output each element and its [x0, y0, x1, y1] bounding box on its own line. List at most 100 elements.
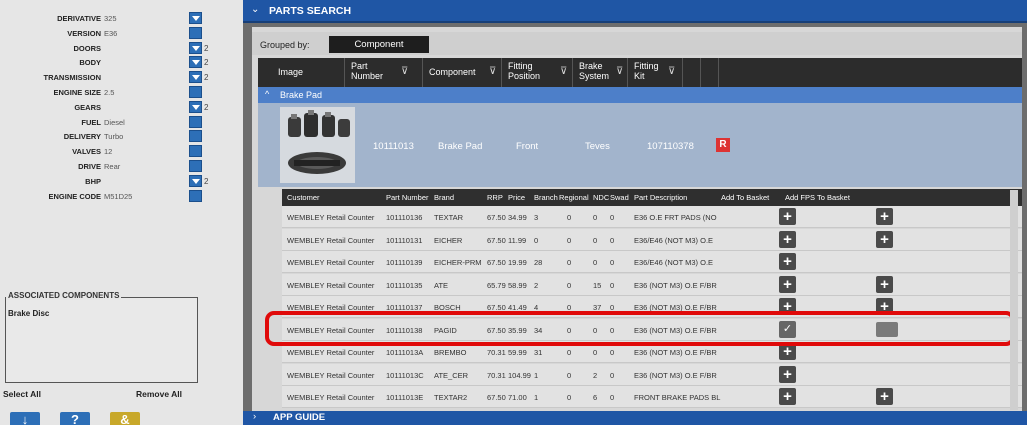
col-brake-system[interactable]: Brake System ⊽ [572, 58, 627, 87]
vehicle-attr-label: BODY [79, 58, 101, 68]
grouped-by-chip[interactable]: Component [329, 36, 429, 53]
col-part-number[interactable]: Part Number ⊽ [344, 58, 422, 87]
table-row[interactable]: WEMBLEY Retail Counter 101110136 TEXTAR 67.… [282, 206, 1022, 228]
cell-desc: E36 (NOT M3) O.E F/BR [634, 370, 717, 380]
dropdown-button[interactable] [189, 174, 202, 187]
add-to-basket-plus-icon[interactable]: + [779, 365, 796, 383]
selector-button[interactable] [189, 189, 202, 202]
vehicle-attr-row: DOORS 2 [0, 41, 215, 56]
product-summary-row[interactable]: 10111013 Brake Pad Front Teves 107110378… [258, 103, 1022, 187]
th-swad[interactable]: Swad [610, 193, 629, 202]
cell-swad: 0 [610, 348, 615, 357]
col-image[interactable]: Image [258, 58, 344, 87]
dropdown-button[interactable] [189, 41, 202, 54]
table-row[interactable]: WEMBLEY Retail Counter 10111013E TEXTAR2 67… [282, 386, 1022, 408]
add-to-basket-plus-icon[interactable]: + [779, 230, 796, 248]
vehicle-attr-row: ENGINE SIZE 2.5 [0, 85, 215, 100]
cell-customer: WEMBLEY Retail Counter [287, 370, 375, 380]
th-rrp[interactable]: RRP [487, 193, 503, 202]
filter-icon[interactable]: ⊽ [616, 66, 623, 77]
dropdown-button[interactable] [189, 100, 202, 113]
selector-button[interactable] [189, 86, 202, 98]
table-row[interactable]: WEMBLEY Retail Counter 101110135 ATE 65.79 5… [282, 273, 1022, 296]
add-to-basket-plus-icon[interactable]: + [779, 388, 796, 405]
th-regional[interactable]: Regional [559, 193, 589, 202]
add-fps-to-basket-plus-icon[interactable]: + [876, 388, 893, 405]
col-fitting-kit[interactable]: Fitting Kit ⊽ [627, 58, 682, 87]
remove-all-link[interactable]: Remove All [136, 389, 182, 399]
vehicle-attr-row: DERIVATIVE 325 [0, 11, 215, 26]
filter-icon[interactable]: ⊽ [489, 66, 496, 77]
link-icon[interactable]: & [110, 412, 140, 425]
dropdown-button[interactable] [189, 56, 202, 69]
th-brand[interactable]: Brand [434, 193, 454, 202]
parts-search-header[interactable]: ⌄ PARTS SEARCH [243, 0, 1027, 23]
vehicle-attr-label: DRIVE [78, 162, 101, 171]
collapse-chevron-icon[interactable]: ⌄ [251, 4, 259, 15]
add-fps-to-basket-plus-icon[interactable]: + [876, 275, 893, 293]
col-fitting-kit-label: Fitting Kit [634, 61, 659, 81]
th-add-fps-to-basket[interactable]: Add FPS To Basket [785, 193, 850, 202]
th-ndc[interactable]: NDC [593, 193, 609, 202]
selector-button[interactable] [189, 145, 202, 158]
vehicle-attr-value: Rear [104, 162, 121, 171]
product-position: Front [516, 141, 539, 152]
table-row[interactable]: WEMBLEY Retail Counter 10111013C ATE_CER 70… [282, 363, 1022, 386]
add-fps-to-basket-plus-icon[interactable]: + [876, 230, 893, 248]
select-all-link[interactable]: Select All [3, 389, 41, 399]
filter-icon[interactable]: ⊽ [668, 66, 675, 77]
associated-item-brake-disc[interactable]: Brake Disc [8, 309, 49, 318]
cell-brand: EICHER-PRM [434, 258, 482, 267]
cell-brand: TEXTAR [434, 213, 464, 222]
cell-part: 101110136 [386, 213, 423, 222]
option-count: 2 [204, 102, 209, 112]
collapse-chevron-icon[interactable]: ^ [265, 89, 269, 99]
add-to-basket-plus-icon[interactable]: + [779, 208, 796, 225]
group-header-brake-pad[interactable]: ^ Brake Pad [258, 87, 1022, 103]
col-component[interactable]: Component ⊽ [422, 58, 501, 87]
cell-branch: 2 [534, 280, 539, 290]
download-icon[interactable]: ↓ [10, 412, 40, 425]
cell-price: 11.99 [508, 235, 527, 245]
cell-brand: ATE_CER [434, 370, 469, 380]
cell-rrp: 67.50 [487, 258, 506, 267]
associated-components-box: ASSOCIATED COMPONENTS Brake Disc [5, 291, 198, 383]
r-badge-icon[interactable]: R [716, 138, 730, 152]
table-row[interactable]: WEMBLEY Retail Counter 101110139 EICHER-PR… [282, 251, 1022, 273]
dropdown-button[interactable] [189, 12, 202, 24]
selector-button[interactable] [189, 26, 202, 39]
add-to-basket-plus-icon[interactable]: + [779, 253, 796, 270]
add-to-basket-plus-icon[interactable]: + [779, 275, 796, 293]
cell-rrp: 67.50 [487, 393, 506, 402]
dropdown-button[interactable] [189, 71, 202, 84]
col-empty [682, 58, 700, 87]
cell-customer: WEMBLEY Retail Counter [287, 258, 375, 267]
cell-ndc: 0 [593, 235, 598, 245]
cell-desc: E36 (NOT M3) O.E F/BR [634, 348, 717, 357]
col-fitting-position[interactable]: Fitting Position ⊽ [501, 58, 572, 87]
filter-icon[interactable]: ⊽ [560, 66, 567, 77]
table-row[interactable]: WEMBLEY Retail Counter 101110131 EICHER 67.… [282, 228, 1022, 251]
expand-chevron-icon[interactable]: › [253, 411, 256, 422]
th-branch[interactable]: Branch [534, 193, 558, 202]
help-icon[interactable]: ? [60, 412, 90, 425]
col-empty [718, 58, 736, 87]
th-price[interactable]: Price [508, 193, 525, 202]
vehicle-attr-row: FUEL Diesel [0, 115, 215, 130]
cell-rrp: 70.31 [487, 348, 506, 357]
th-add-to-basket[interactable]: Add To Basket [721, 193, 769, 202]
cell-regional: 0 [567, 348, 572, 357]
selector-button[interactable] [189, 115, 202, 128]
vehicle-attr-row: GEARS 2 [0, 100, 215, 115]
th-customer[interactable]: Customer [287, 193, 320, 202]
scrollbar[interactable] [1010, 190, 1018, 410]
filter-icon[interactable]: ⊽ [401, 66, 408, 77]
th-part-description[interactable]: Part Description [634, 193, 687, 202]
th-part-number[interactable]: Part Number [386, 193, 429, 202]
selector-button[interactable] [189, 130, 202, 143]
app-guide-header[interactable]: › APP GUIDE [243, 411, 1027, 425]
cell-desc: E36 O.E FRT PADS (NO [634, 213, 717, 222]
selector-button[interactable] [189, 160, 202, 172]
vehicle-attr-row: VALVES 12 [0, 144, 215, 159]
add-fps-to-basket-plus-icon[interactable]: + [876, 208, 893, 225]
